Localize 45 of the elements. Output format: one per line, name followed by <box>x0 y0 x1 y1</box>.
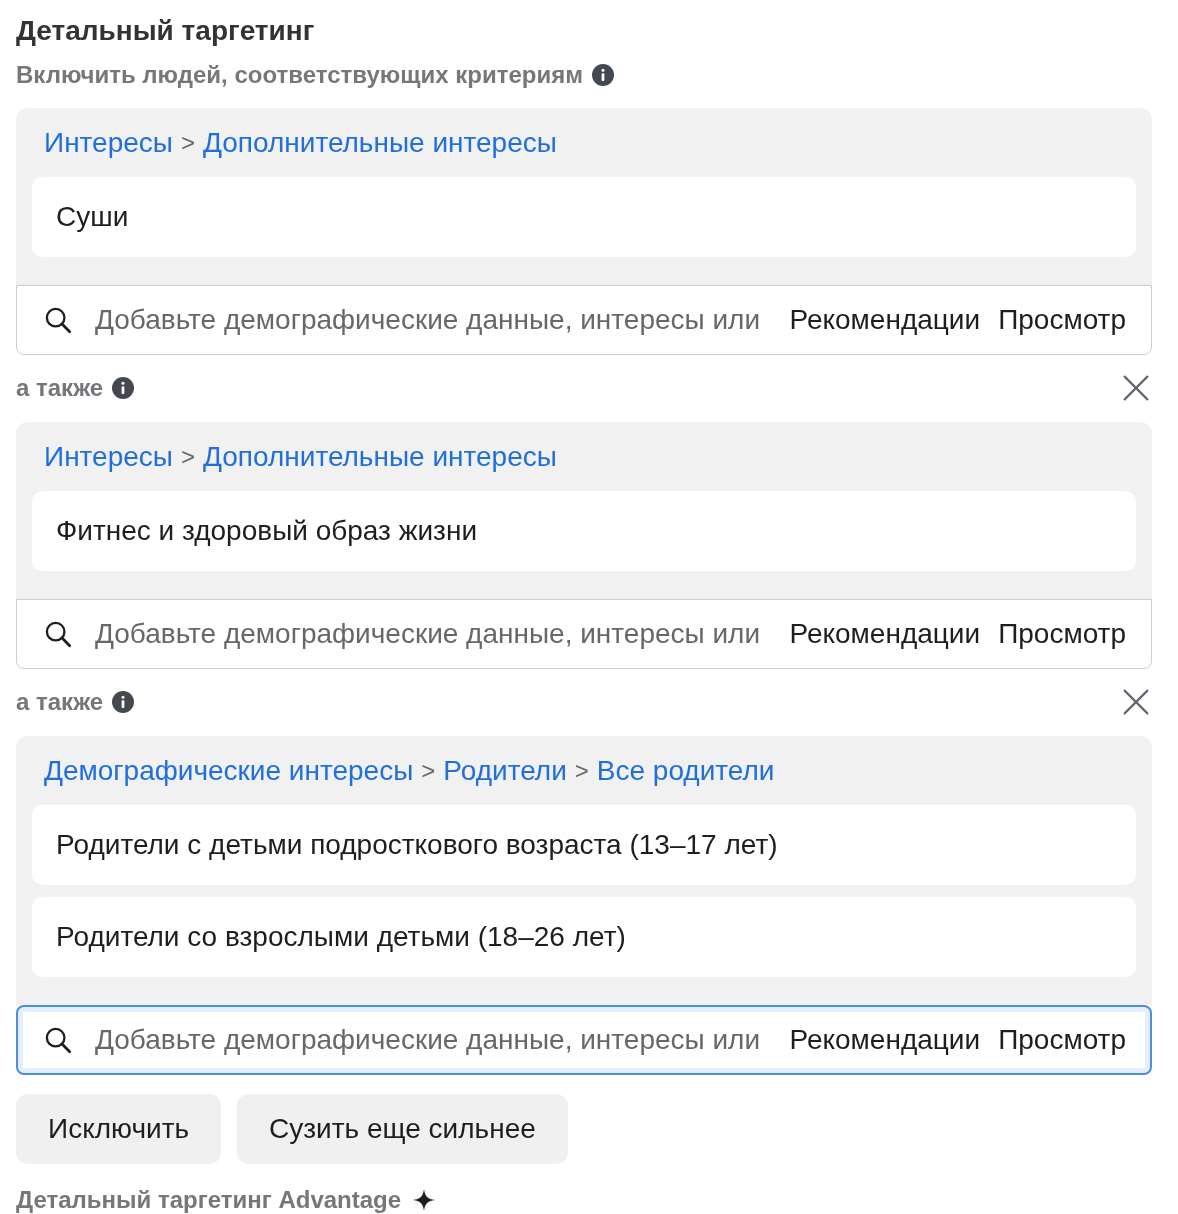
breadcrumb-link[interactable]: Родители <box>443 755 567 787</box>
selected-item[interactable]: Суши <box>32 177 1136 257</box>
close-icon <box>1123 375 1149 401</box>
breadcrumb-separator: > <box>421 756 436 786</box>
search-action-button[interactable]: Просмотр <box>998 299 1126 341</box>
close-icon <box>1123 689 1149 715</box>
include-label: Включить людей, соответствующих критериям <box>16 60 583 90</box>
search-input[interactable]: Добавьте демографические данные, интересы или <box>95 613 778 655</box>
info-icon <box>112 377 135 399</box>
section-title: Детальный таргетинг <box>16 15 316 47</box>
search-action-button[interactable]: Просмотр <box>998 613 1126 655</box>
action-button[interactable]: Сузить еще сильнее <box>237 1094 568 1164</box>
search-bar[interactable]: Добавьте демографические данные, интересы или Рекомендации Просмотр <box>16 285 1152 355</box>
close-button[interactable] <box>1123 375 1149 401</box>
connector-label: а также <box>16 373 104 403</box>
search-icon <box>44 620 72 648</box>
selected-item[interactable]: Родители с детьми подросткового возраста (13–17 лет) <box>32 805 1136 885</box>
breadcrumb-link[interactable]: Интересы <box>44 441 173 473</box>
breadcrumb-link[interactable]: Интересы <box>44 127 173 159</box>
breadcrumb-link[interactable]: Дополнительные интересы <box>202 127 557 159</box>
breadcrumb-separator: > <box>180 128 195 158</box>
search-input[interactable]: Добавьте демографические данные, интересы или <box>95 299 778 341</box>
breadcrumb-link[interactable]: Все родители <box>596 755 775 787</box>
search-bar[interactable]: Добавьте демографические данные, интересы или Рекомендации Просмотр <box>16 599 1152 669</box>
search-icon <box>44 306 72 334</box>
search-action-button[interactable]: Рекомендации <box>789 1019 981 1061</box>
advantage-label: Детальный таргетинг Advantage <box>16 1187 402 1213</box>
breadcrumb-link[interactable]: Демографические интересы <box>44 755 414 787</box>
search-input[interactable]: Добавьте демографические данные, интересы или <box>95 1019 778 1061</box>
selected-item[interactable]: Родители со взрослыми детьми (18–26 лет) <box>32 897 1136 977</box>
connector-label: а также <box>16 687 104 717</box>
search-action-button[interactable]: Рекомендации <box>789 613 981 655</box>
search-bar[interactable]: Добавьте демографические данные, интересы или Рекомендации Просмотр <box>16 1005 1152 1075</box>
search-action-button[interactable]: Рекомендации <box>789 299 981 341</box>
breadcrumb-separator: > <box>574 756 589 786</box>
breadcrumb-separator: > <box>180 442 195 472</box>
sparkle-icon <box>413 1189 436 1211</box>
info-icon <box>112 691 135 713</box>
search-icon <box>44 1026 72 1054</box>
breadcrumb-link[interactable]: Дополнительные интересы <box>202 441 557 473</box>
close-button[interactable] <box>1123 689 1149 715</box>
info-icon <box>592 64 614 86</box>
action-button[interactable]: Исключить <box>16 1094 222 1164</box>
search-action-button[interactable]: Просмотр <box>998 1019 1126 1061</box>
selected-item[interactable]: Фитнес и здоровый образ жизни <box>32 491 1136 571</box>
